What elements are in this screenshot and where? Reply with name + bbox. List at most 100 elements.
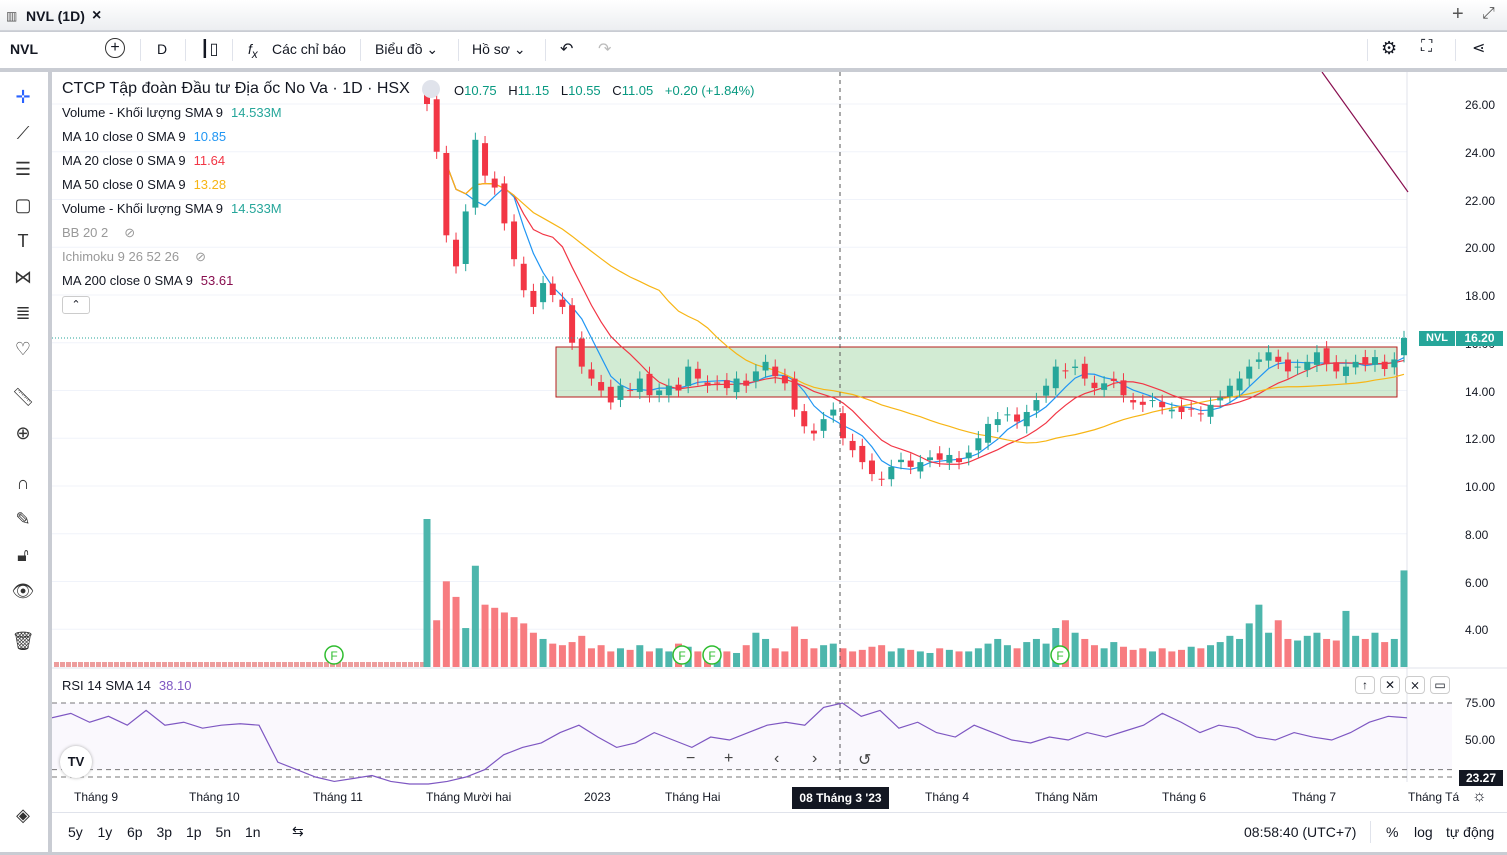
chevron-down-icon: ⌄ — [513, 41, 526, 57]
tab-title[interactable]: NVL (1D) — [26, 8, 85, 24]
candle-body — [917, 462, 924, 472]
indicator-legend[interactable]: MA 10 close 0 SMA 9 10.85 — [62, 129, 234, 144]
collapse-legend-button[interactable]: ⌃ — [62, 296, 90, 314]
crosshair-icon[interactable]: ✛ — [10, 84, 36, 110]
horizontal-lines-icon[interactable]: ☰ — [10, 156, 36, 182]
candle-body — [1033, 400, 1040, 411]
price-axis-label: 18.00 — [1465, 289, 1496, 303]
candle-body — [985, 423, 992, 443]
magnet-icon[interactable]: ∩ — [10, 470, 36, 496]
volume-bar — [955, 651, 963, 667]
chart-canvas[interactable]: FFFF — [51, 71, 1507, 812]
tab-close-icon[interactable]: × — [92, 7, 101, 25]
hidden-eye-icon[interactable]: ⊘ — [124, 225, 135, 240]
price-axis-label: 12.00 — [1465, 432, 1496, 447]
range-button-3p[interactable]: 3p — [157, 824, 173, 840]
indicator-legend[interactable]: Volume - Khối lượng SMA 9 14.533M — [62, 201, 290, 216]
volume-bar — [1371, 632, 1379, 667]
redo-icon[interactable]: ↷ — [598, 39, 611, 59]
indicator-label: MA 200 close 0 SMA 9 — [62, 273, 193, 288]
range-button-1n[interactable]: 1n — [245, 824, 261, 840]
zoom-in-button[interactable]: + — [724, 750, 733, 768]
profile-label: Hồ sơ — [472, 41, 510, 57]
settings-gear-icon[interactable]: ⚙ — [1381, 38, 1397, 59]
indicator-legend[interactable]: MA 50 close 0 SMA 9 13.28 — [62, 177, 234, 192]
candle-body — [1159, 401, 1166, 408]
layers-icon[interactable]: ◈ — [10, 802, 36, 828]
fib-icon[interactable]: ≣ — [10, 300, 36, 326]
ruler-icon[interactable]: 📏︎ — [10, 384, 36, 410]
volume-bar — [360, 662, 365, 667]
volume-bar — [626, 649, 634, 667]
trash-icon[interactable]: 🗑︎ — [10, 628, 36, 654]
range-button-5n[interactable]: 5n — [216, 824, 232, 840]
new-tab-icon[interactable]: + — [1452, 3, 1464, 26]
profile-button[interactable]: Hồ sơ ⌄ — [472, 41, 526, 58]
reset-icon[interactable]: ↺ — [858, 750, 871, 770]
clock[interactable]: 08:58:40 (UTC+7) — [1244, 824, 1356, 840]
interval-button[interactable]: D — [157, 41, 167, 57]
volume-bar — [500, 612, 508, 667]
volume-bar — [1129, 649, 1137, 667]
hidden-eye-icon[interactable]: ⊘ — [195, 249, 206, 264]
zoom-in-icon[interactable]: ⊕ — [10, 420, 36, 446]
rectangle-icon[interactable]: ▢ — [10, 192, 36, 218]
indicator-legend[interactable]: MA 200 close 0 SMA 9 53.61 — [62, 273, 241, 288]
indicator-legend[interactable]: Volume - Khối lượng SMA 9 14.533M — [62, 105, 290, 120]
pencil-lock-icon[interactable]: ✎ — [10, 506, 36, 532]
scroll-left-button[interactable]: ‹ — [774, 750, 779, 768]
candle-body — [1072, 366, 1079, 368]
candle-body — [1110, 378, 1117, 381]
indicator-legend[interactable]: Ichimoku 9 26 52 26 ⊘ — [62, 249, 214, 265]
volume-bar — [342, 662, 347, 667]
candle-body — [646, 373, 653, 396]
volume-bar — [791, 626, 799, 667]
zoom-out-button[interactable]: − — [686, 750, 695, 768]
chart-type-button[interactable]: Biểu đồ ⌄ — [375, 41, 438, 58]
remove-pane-button[interactable]: ✕ — [1380, 676, 1400, 694]
range-button-1y[interactable]: 1y — [98, 824, 113, 840]
range-button-6p[interactable]: 6p — [127, 824, 143, 840]
eye-icon[interactable]: 👁︎ — [10, 578, 36, 604]
expand-icon[interactable]: ⤢ — [1482, 5, 1495, 23]
indicator-legend[interactable]: MA 20 close 0 SMA 9 11.64 — [62, 153, 233, 168]
text-icon[interactable]: T — [10, 228, 36, 254]
range-button-1p[interactable]: 1p — [186, 824, 202, 840]
pattern-icon[interactable]: ⋈ — [10, 264, 36, 290]
indicator-label: Ichimoku 9 26 52 26 — [62, 249, 180, 264]
collapse-pane-button[interactable]: ⨯ — [1405, 676, 1425, 694]
symbol-search[interactable]: NVL — [10, 41, 38, 57]
share-icon[interactable]: ⋖ — [1472, 38, 1485, 58]
volume-bar — [636, 645, 644, 667]
volume-bar — [810, 648, 818, 667]
range-button-5y[interactable]: 5y — [68, 824, 83, 840]
heart-icon[interactable]: ♡ — [10, 336, 36, 362]
fullscreen-icon[interactable]: ⛶ — [1421, 38, 1432, 56]
undo-icon[interactable]: ↶ — [560, 39, 573, 59]
time-axis-settings-icon[interactable]: ☼ — [1472, 788, 1487, 806]
auto-scale-toggle[interactable]: tự động — [1446, 824, 1494, 840]
date-range-icon[interactable]: ⇆ — [292, 823, 304, 840]
lock-icon[interactable]: 🔓︎ — [10, 542, 36, 568]
chart-pane[interactable]: F F F F CTCP Tập đoàn Đầu tư Địa ốc No Va ·… — [51, 71, 1507, 812]
scroll-right-button[interactable]: › — [812, 750, 817, 768]
collapse-icon[interactable] — [422, 80, 441, 98]
price-axis-label: 22.00 — [1465, 193, 1496, 208]
tradingview-logo[interactable]: TV — [60, 746, 92, 778]
compare-add-icon[interactable]: + — [105, 38, 125, 58]
volume-bar — [926, 652, 934, 667]
candles-icon[interactable]: ┃▯ — [200, 39, 218, 59]
candle-body — [530, 290, 537, 307]
volume-bar — [390, 662, 395, 667]
move-up-button[interactable]: ↑ — [1355, 676, 1375, 694]
log-toggle[interactable]: log — [1414, 824, 1433, 840]
tab-bar: ▥ NVL (1D) × + ⤢ — [0, 0, 1507, 31]
maximize-pane-button[interactable]: ▭ — [1430, 676, 1450, 694]
candle-body — [1217, 397, 1224, 401]
volume-bar — [246, 662, 251, 667]
indicators-button[interactable]: Các chỉ báo — [272, 41, 346, 57]
percent-toggle[interactable]: % — [1386, 824, 1398, 840]
volume-bar — [1236, 638, 1244, 667]
indicator-legend[interactable]: BB 20 2 ⊘ — [62, 225, 143, 241]
trend-line-icon[interactable]: ⟋ — [10, 120, 36, 146]
